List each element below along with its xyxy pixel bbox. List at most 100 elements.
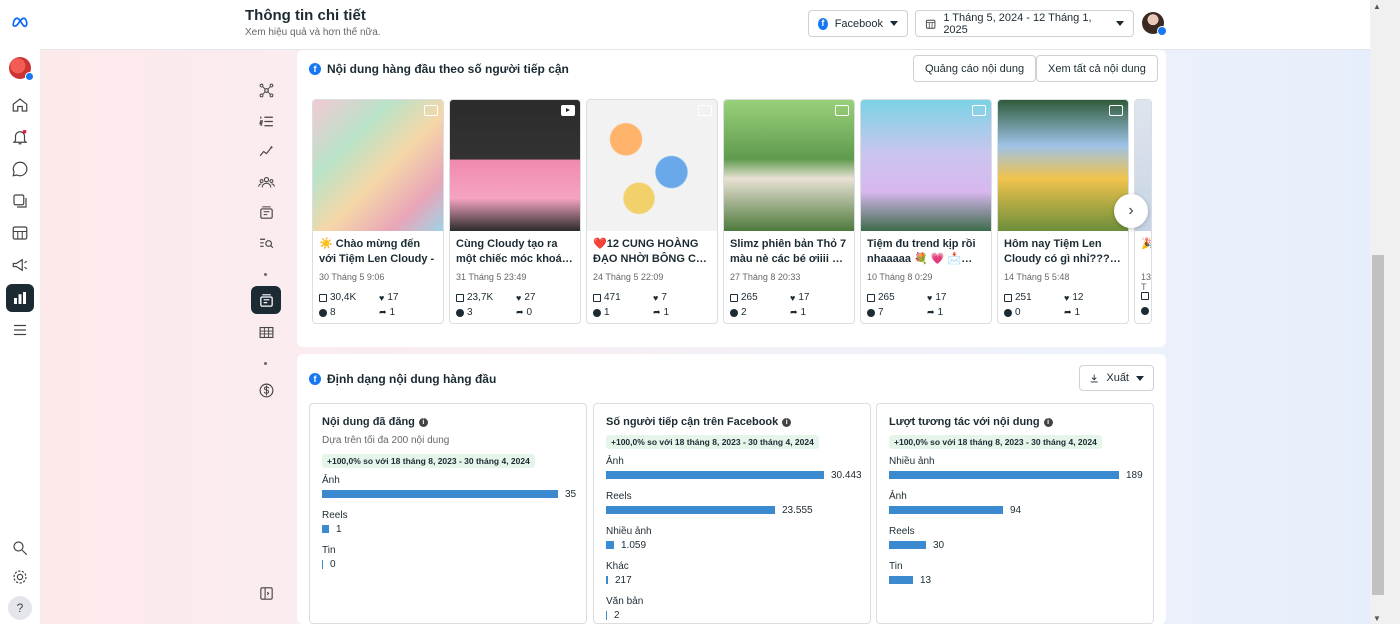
heart-icon: ♥ xyxy=(379,292,385,303)
chevron-down-icon xyxy=(1116,21,1124,26)
insights-icon[interactable] xyxy=(6,284,34,312)
ads-icon[interactable] xyxy=(6,251,34,279)
post-date: 30 Tháng 5 9:06 xyxy=(319,272,385,282)
home-icon[interactable] xyxy=(6,91,34,119)
format-bar-value: 2 xyxy=(614,610,620,621)
divider-dot xyxy=(264,273,267,276)
info-icon[interactable]: i xyxy=(1043,417,1053,427)
planner-icon[interactable] xyxy=(6,219,34,247)
format-row-label: Khác xyxy=(606,561,629,572)
stat-value: 12 xyxy=(1072,292,1084,303)
photo-icon xyxy=(835,105,849,116)
download-icon xyxy=(1090,374,1098,382)
platform-selector[interactable]: f Facebook xyxy=(808,10,908,37)
post-card[interactable]: Tiệm đu trend kịp rồi nhaaaaa 💐 💗 📩… 10 T… xyxy=(860,99,992,324)
notifications-icon[interactable] xyxy=(6,123,34,151)
info-icon[interactable]: i xyxy=(782,417,792,427)
meta-logo-icon[interactable] xyxy=(6,8,34,36)
stat-value: 265 xyxy=(741,292,758,303)
content-stack-icon[interactable] xyxy=(251,198,281,226)
format-bar xyxy=(889,471,1119,479)
reach-icon xyxy=(867,293,875,302)
comment-icon xyxy=(319,308,327,317)
scroll-up-arrow[interactable]: ▲ xyxy=(1373,2,1381,11)
format-bar xyxy=(322,490,558,498)
post-title: ☀️ Chào mừng đến với Tiệm Len Cloudy - n… xyxy=(319,238,435,265)
post-card[interactable]: Slimz phiên bản Thỏ 7 màu nè các bé ơiii… xyxy=(723,99,855,324)
post-shares-stat: ➦ 1 xyxy=(790,307,806,318)
post-comments-stat: 7 xyxy=(867,307,884,318)
post-thumbnail[interactable] xyxy=(861,100,991,231)
collapse-panel-icon[interactable] xyxy=(251,579,281,607)
post-title: Slimz phiên bản Thỏ 7 màu nè các bé ơiii… xyxy=(730,238,847,265)
post-thumbnail[interactable] xyxy=(587,100,717,231)
post-likes-stat: ♥ 17 xyxy=(790,292,809,303)
format-bar xyxy=(606,611,607,620)
post-card[interactable]: Hôm nay Tiệm Len Cloudy có gì nhỉ???… 14 … xyxy=(997,99,1129,324)
format-row-label: Reels xyxy=(322,510,348,521)
table-icon[interactable] xyxy=(251,318,281,346)
video-icon xyxy=(561,105,575,116)
format-bar-value: 217 xyxy=(615,575,632,586)
top-bar: Thông tin chi tiết Xem hiệu quả và hơn t… xyxy=(40,0,1370,50)
help-icon[interactable]: ? xyxy=(6,594,34,622)
export-button[interactable]: Xuất xyxy=(1079,365,1154,391)
format-bar xyxy=(889,541,926,549)
chevron-down-icon xyxy=(890,21,898,26)
stat-value: 27 xyxy=(524,292,536,303)
panel-title-text: Số người tiếp cận trên Facebook xyxy=(606,416,779,428)
settings-gear-icon[interactable] xyxy=(6,563,34,591)
audience-icon[interactable] xyxy=(251,168,281,196)
format-bar xyxy=(606,506,775,514)
post-reach-stat: 265 xyxy=(867,292,895,303)
format-bar xyxy=(606,576,608,584)
post-likes-stat: ♥ 17 xyxy=(379,292,398,303)
stat-value: 17 xyxy=(387,292,399,303)
reach-icon xyxy=(730,293,738,302)
overview-hub-icon[interactable] xyxy=(251,76,281,104)
carousel-next-button[interactable]: › xyxy=(1114,194,1148,228)
photo-icon xyxy=(972,105,986,116)
stat-value: 251 xyxy=(1015,292,1032,303)
section-title: Nội dung hàng đầu theo số người tiếp cận xyxy=(327,62,569,76)
promote-content-button[interactable]: Quảng cáo nội dung xyxy=(913,55,1037,82)
trends-icon[interactable] xyxy=(251,137,281,165)
post-thumbnail[interactable] xyxy=(313,100,443,231)
info-icon[interactable]: i xyxy=(418,417,428,427)
post-thumbnail[interactable] xyxy=(998,100,1128,231)
format-bar-value: 1.059 xyxy=(621,540,647,551)
monetization-dollar-icon[interactable] xyxy=(251,376,281,404)
content-icon[interactable] xyxy=(6,187,34,215)
panel-title-text: Lượt tương tác với nội dung xyxy=(889,416,1040,428)
post-card[interactable]: ❤️12 CUNG HOÀNG ĐẠO NHỜI BÔNG C… 24 Tháng… xyxy=(586,99,718,324)
post-likes-stat: ♥ 17 xyxy=(927,292,946,303)
messages-icon[interactable] xyxy=(6,155,34,183)
post-reach-stat: 30,4K xyxy=(319,292,356,303)
format-bar-value: 0 xyxy=(330,559,336,570)
post-shares-stat: ➦ 1 xyxy=(653,307,669,318)
facebook-icon: f xyxy=(309,373,321,385)
scrollbar-thumb[interactable] xyxy=(1372,255,1384,595)
post-reach-stat xyxy=(1141,292,1151,300)
page-title: Thông tin chi tiết xyxy=(245,7,366,24)
search-results-icon[interactable] xyxy=(251,229,281,257)
post-card[interactable]: Cùng Cloudy tạo ra một chiếc móc khoá… 31… xyxy=(449,99,581,324)
search-icon[interactable] xyxy=(6,534,34,562)
share-icon: ➦ xyxy=(653,307,661,317)
post-thumbnail[interactable] xyxy=(450,100,580,231)
post-date: 10 Tháng 8 0:29 xyxy=(867,272,933,282)
format-bar-value: 35 xyxy=(565,489,577,500)
post-card[interactable]: ☀️ Chào mừng đến với Tiệm Len Cloudy - n… xyxy=(312,99,444,324)
menu-icon[interactable] xyxy=(6,316,34,344)
account-avatar-icon[interactable] xyxy=(6,54,34,82)
comment-icon xyxy=(1141,307,1149,315)
section-title: Định dạng nội dung hàng đầu xyxy=(327,372,497,386)
results-list-icon[interactable] xyxy=(251,107,281,135)
post-thumbnail[interactable] xyxy=(724,100,854,231)
scroll-down-arrow[interactable]: ▼ xyxy=(1373,614,1381,623)
content-insights-icon[interactable] xyxy=(251,286,281,314)
stat-value: 8 xyxy=(330,307,336,318)
date-range-picker[interactable]: 1 Tháng 5, 2024 - 12 Tháng 1, 2025 xyxy=(915,10,1134,37)
view-all-content-button[interactable]: Xem tất cả nội dung xyxy=(1036,55,1158,82)
stat-value: 17 xyxy=(935,292,947,303)
